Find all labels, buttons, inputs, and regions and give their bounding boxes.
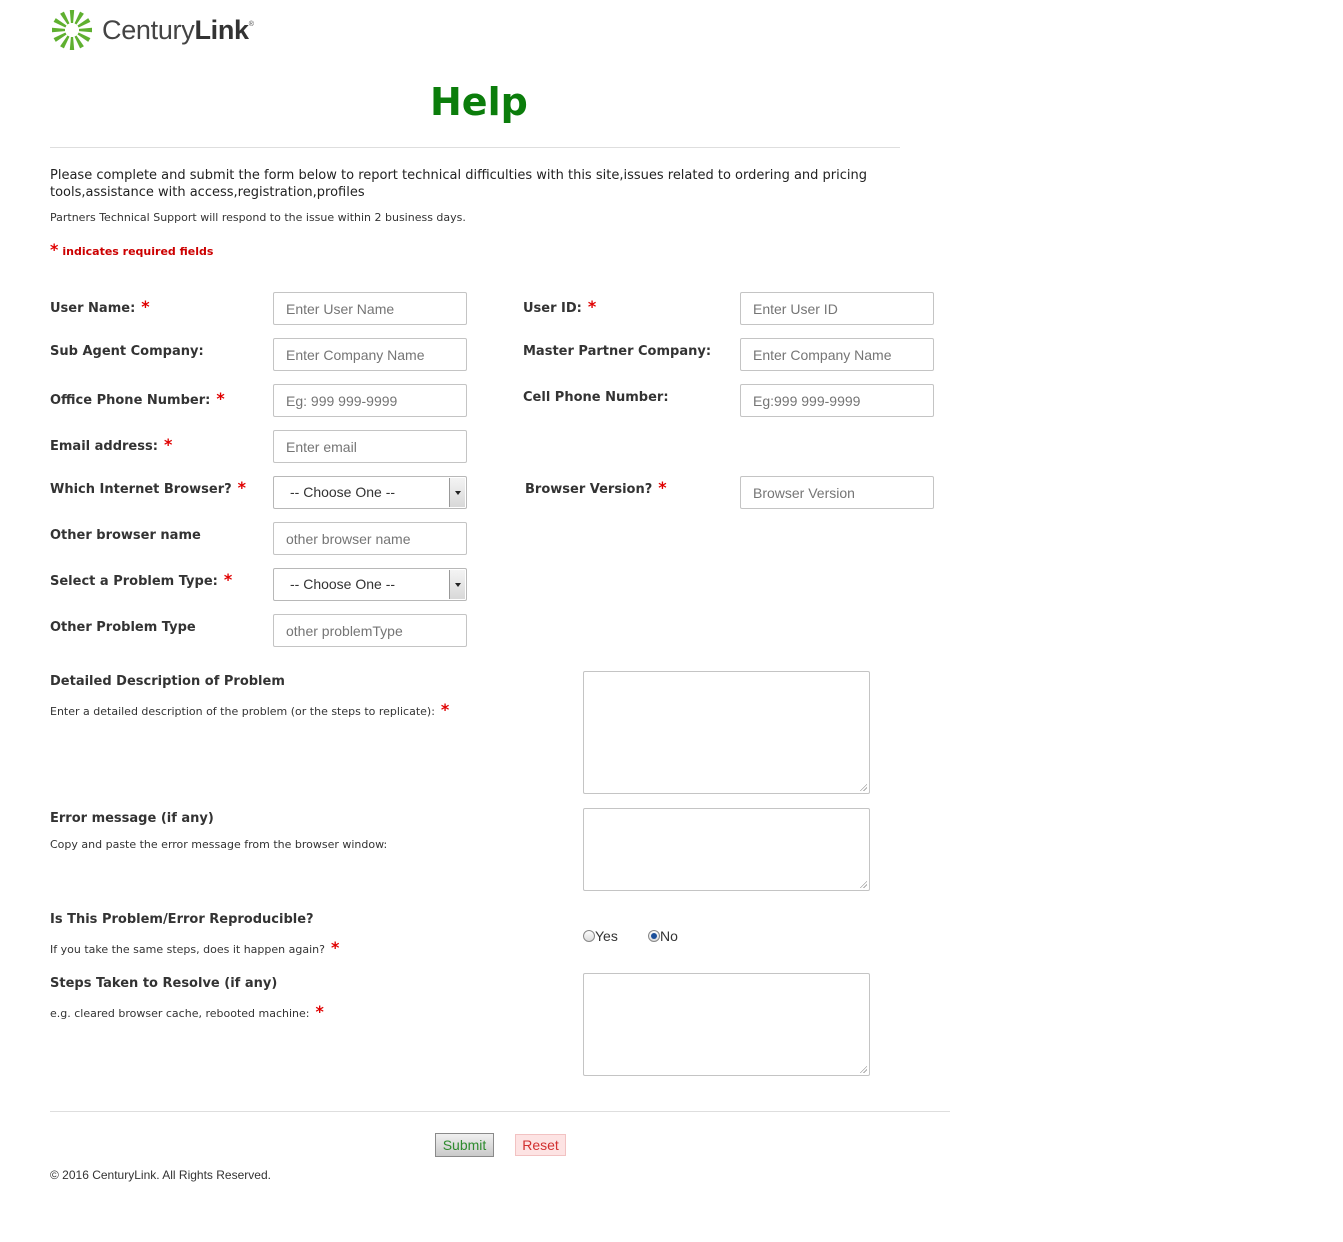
sub-agent-company-label: Sub Agent Company: [50, 344, 204, 359]
resize-grip-icon[interactable] [859, 880, 867, 888]
reproducible-options: Yes No [583, 926, 678, 945]
description-hint: Enter a detailed description of the prob… [50, 700, 450, 719]
error-message-hint: Copy and paste the error message from th… [50, 838, 388, 851]
reproducible-label: Is This Problem/Error Reproducible? [50, 912, 314, 927]
sub-agent-company-input[interactable] [273, 338, 467, 371]
browser-label: Which Internet Browser? * [50, 478, 247, 497]
intro-text: Please complete and submit the form belo… [50, 167, 950, 226]
copyright-footer: © 2016 CenturyLink. All Rights Reserved. [50, 1168, 271, 1182]
master-partner-company-label: Master Partner Company: [523, 344, 712, 359]
required-fields-note: * indicates required fields [50, 240, 213, 259]
reproducible-no-radio[interactable] [648, 930, 661, 942]
response-note: Partners Technical Support will respond … [50, 211, 466, 224]
reproducible-hint: If you take the same steps, does it happ… [50, 938, 340, 957]
reproducible-no-label[interactable]: No [660, 928, 678, 944]
cell-phone-input[interactable] [740, 384, 934, 417]
reproducible-yes-radio[interactable] [583, 930, 595, 942]
problem-type-select[interactable]: -- Choose One -- [273, 568, 467, 601]
logo-wordmark: CenturyLink® [102, 15, 254, 46]
reset-button[interactable]: Reset [515, 1134, 566, 1156]
error-message-label: Error message (if any) [50, 811, 214, 826]
master-partner-company-input[interactable] [740, 338, 934, 371]
browser-select[interactable]: -- Choose One -- [273, 476, 467, 509]
browser-version-input[interactable] [740, 476, 934, 509]
other-problem-type-label: Other Problem Type [50, 620, 196, 635]
browser-select-value: -- Choose One -- [290, 484, 396, 500]
reproducible-yes-label[interactable]: Yes [595, 928, 618, 944]
resize-grip-icon[interactable] [859, 1065, 867, 1073]
email-input[interactable] [273, 430, 467, 463]
email-label: Email address: * [50, 435, 173, 454]
dropdown-arrow-icon[interactable] [449, 570, 465, 599]
logo-registered-mark: ® [248, 20, 254, 28]
description-label: Detailed Description of Problem [50, 674, 285, 689]
other-browser-label: Other browser name [50, 528, 201, 543]
other-problem-type-input[interactable] [273, 614, 467, 647]
browser-version-label: Browser Version? * [525, 478, 667, 497]
logo-wordmark-bold: Link [194, 14, 249, 45]
intro-paragraph: Please complete and submit the form belo… [50, 168, 868, 200]
actions-divider [50, 1111, 950, 1112]
resize-grip-icon[interactable] [859, 783, 867, 791]
steps-label: Steps Taken to Resolve (if any) [50, 976, 278, 991]
required-note-text: indicates required fields [62, 245, 214, 258]
problem-type-select-value: -- Choose One -- [290, 576, 396, 592]
user-id-input[interactable] [740, 292, 934, 325]
user-id-label: User ID: * [523, 297, 597, 316]
office-phone-label: Office Phone Number: * [50, 389, 225, 408]
steps-hint: e.g. cleared browser cache, rebooted mac… [50, 1002, 324, 1021]
logo-wordmark-regular: Century [102, 14, 195, 45]
steps-textarea[interactable] [583, 973, 870, 1076]
title-divider [50, 147, 900, 148]
page-title: Help [430, 80, 528, 124]
office-phone-input[interactable] [273, 384, 467, 417]
cell-phone-label: Cell Phone Number: [523, 390, 669, 405]
other-browser-input[interactable] [273, 522, 467, 555]
centurylink-starburst-icon [52, 10, 92, 50]
description-textarea[interactable] [583, 671, 870, 794]
user-name-input[interactable] [273, 292, 467, 325]
dropdown-arrow-icon[interactable] [449, 478, 465, 507]
submit-button[interactable]: Submit [435, 1133, 494, 1157]
centurylink-logo: CenturyLink® [50, 8, 254, 52]
user-name-label: User Name: * [50, 297, 150, 316]
problem-type-label: Select a Problem Type: * [50, 570, 233, 589]
required-star: * [50, 240, 59, 259]
error-message-textarea[interactable] [583, 808, 870, 891]
